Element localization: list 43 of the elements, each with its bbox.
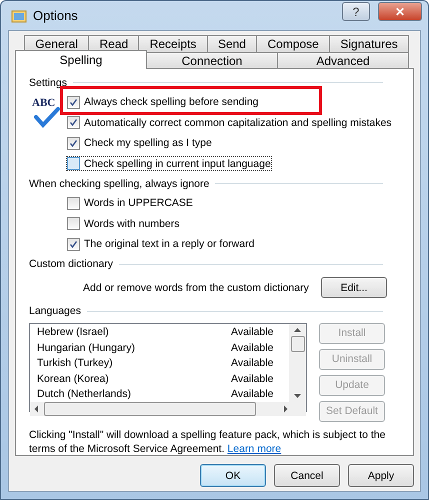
dialog-button[interactable]: Apply [348,464,414,487]
vertical-scrollbar[interactable] [289,324,306,402]
dictionary-description: Add or remove words from the custom dictionary [83,282,309,294]
window-title: Options [33,8,78,23]
group-title: Settings [29,76,67,88]
language-row[interactable]: Dutch (Netherlands) Available [37,386,289,402]
install-note: Clicking "Install" will download a spelling feature pack, which is subject to the terms of the Microsoft Service Agreement. Learn more [29,428,386,456]
scroll-thumb[interactable] [44,402,256,416]
checkbox[interactable]: Automatically correct common capitalization and spelling mistakes [67,116,392,130]
edit-button[interactable]: Edit... [321,277,387,298]
learn-more-link[interactable]: Learn more [227,442,282,454]
checkmark-icon [69,138,78,148]
tab[interactable]: Receipts [138,35,208,52]
dialog-button[interactable]: OK [200,464,266,487]
language-row[interactable]: Korean (Korea) Available [37,371,289,386]
help-button[interactable]: ? [342,2,370,21]
window-app-icon [11,8,27,22]
language-row[interactable]: Hebrew (Israel) Available [37,324,289,340]
group-title: Languages [29,305,81,317]
checkmark-icon [69,240,78,249]
checkbox[interactable]: Check my spelling as I type [67,136,212,150]
checkbox[interactable]: Always check spelling before sending [67,96,259,109]
tab[interactable]: Connection [146,52,278,69]
horizontal-scrollbar[interactable] [30,402,306,416]
scroll-left-icon[interactable] [33,403,40,415]
tab[interactable]: Send [206,35,258,52]
checkmark-icon [69,118,78,128]
checkbox[interactable]: The original text in a reply or forward [67,238,254,251]
tab[interactable]: Advanced [277,52,409,69]
language-row[interactable]: Hungarian (Hungary) Available [37,340,289,356]
dialog-button[interactable]: Cancel [274,464,340,487]
tab[interactable]: Spelling [15,50,147,69]
tab[interactable]: Signatures [329,35,410,52]
group-title: When checking spelling, always ignore [29,178,210,190]
language-row[interactable]: Turkish (Turkey) Available [37,356,289,371]
checkbox[interactable]: Words with numbers [67,217,180,230]
group-title: Custom dictionary [29,258,114,270]
checkmark-icon [69,98,78,107]
scroll-thumb[interactable] [290,336,304,352]
checkbox[interactable]: Words in UPPERCASE [67,196,193,210]
scroll-right-icon[interactable] [282,403,289,415]
tab[interactable]: Compose [256,35,330,52]
checkbox[interactable]: Check spelling in current input language [67,157,271,170]
